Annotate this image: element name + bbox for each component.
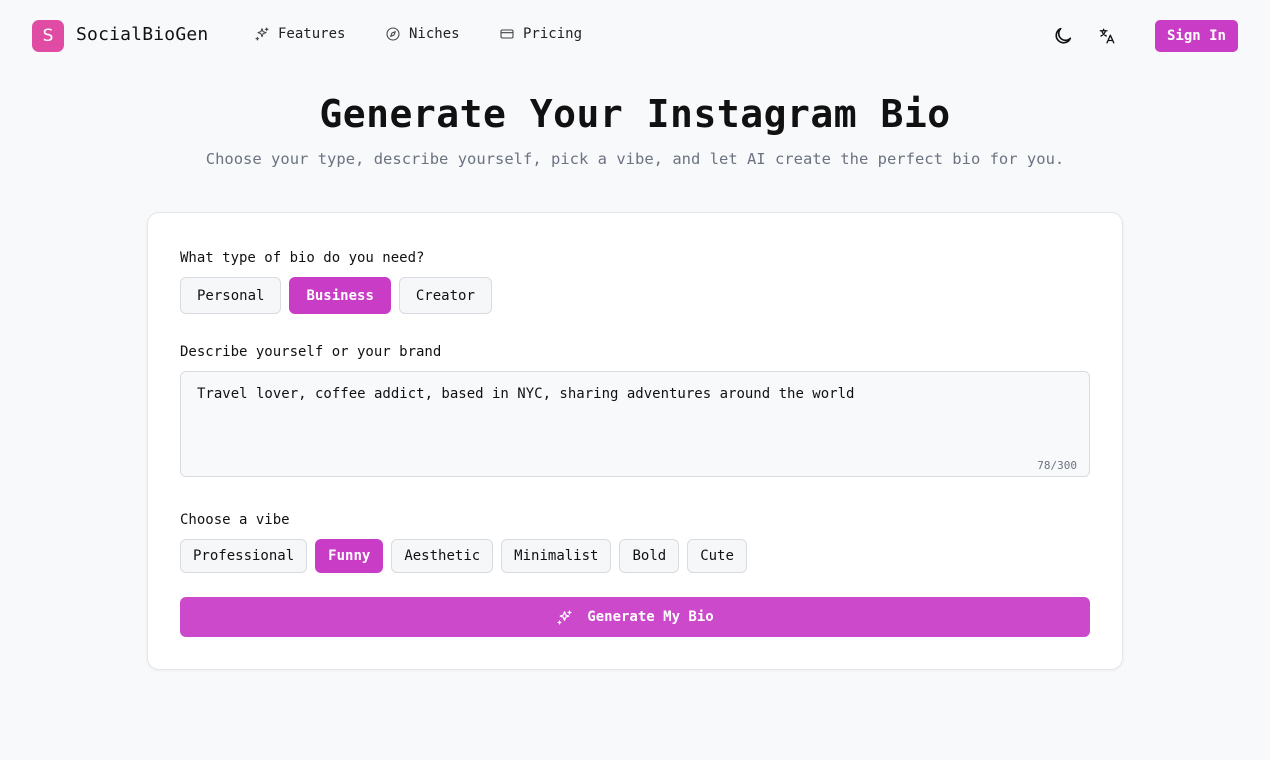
nav-link-label: Features [278, 26, 346, 42]
page-title: Generate Your Instagram Bio [319, 92, 951, 136]
page-subtitle: Choose your type, describe yourself, pic… [205, 150, 1065, 168]
generate-bio-label: Generate My Bio [587, 609, 714, 625]
bio-type-group: Personal Business Creator [180, 277, 492, 314]
vibe-label: Choose a vibe [180, 512, 290, 528]
language-button[interactable] [1093, 22, 1121, 50]
nav-link-label: Pricing [523, 26, 583, 42]
sparkles-icon [255, 27, 269, 41]
top-nav: S SocialBioGen Features Niches Pricing S… [0, 0, 1270, 72]
nav-link-pricing[interactable]: Pricing [499, 26, 582, 42]
bio-type-creator[interactable]: Creator [398, 277, 492, 314]
vibe-group: Professional Funny Aesthetic Minimalist … [180, 539, 747, 573]
vibe-aesthetic[interactable]: Aesthetic [391, 539, 494, 573]
bio-type-personal[interactable]: Personal [180, 277, 282, 314]
logo-icon[interactable]: S [32, 20, 64, 52]
bio-form-card: What type of bio do you need? Personal B… [147, 212, 1123, 670]
vibe-professional[interactable]: Professional [180, 539, 308, 573]
vibe-bold[interactable]: Bold [619, 539, 680, 573]
generate-bio-button[interactable]: Generate My Bio [180, 597, 1090, 637]
brand-name[interactable]: SocialBioGen [76, 24, 208, 45]
nav-link-features[interactable]: Features [254, 26, 345, 42]
description-text: Travel lover, coffee addict, based in NY… [197, 386, 855, 402]
nav-link-label: Niches [409, 26, 460, 42]
compass-icon [386, 27, 400, 41]
nav-link-niches[interactable]: Niches [385, 26, 460, 42]
vibe-minimalist[interactable]: Minimalist [501, 539, 612, 573]
theme-toggle-button[interactable] [1049, 22, 1077, 50]
vibe-funny[interactable]: Funny [315, 539, 384, 573]
character-counter: 78/300 [1037, 459, 1077, 472]
sign-in-button[interactable]: Sign In [1155, 20, 1238, 52]
bio-type-label: What type of bio do you need? [180, 250, 425, 266]
description-label: Describe yourself or your brand [180, 344, 442, 360]
sparkles-icon [557, 609, 572, 625]
credit-card-icon [500, 29, 514, 39]
description-textarea[interactable]: Travel lover, coffee addict, based in NY… [180, 371, 1090, 477]
bio-type-business[interactable]: Business [289, 277, 391, 314]
vibe-cute[interactable]: Cute [687, 539, 747, 573]
moon-icon [1055, 27, 1072, 44]
translate-icon [1099, 28, 1115, 44]
